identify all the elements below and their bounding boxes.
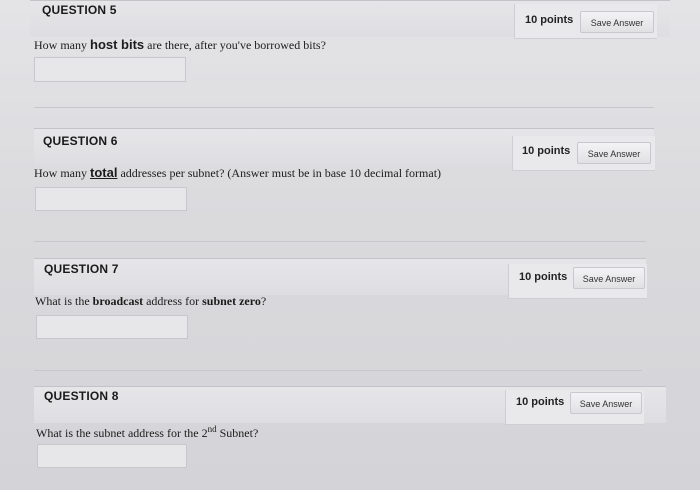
question-text-part: addresses per subnet? (Answer must be in…: [117, 166, 442, 180]
answer-input[interactable]: [37, 444, 187, 468]
question-text-part: Subnet?: [216, 426, 259, 440]
question-text-part: address for: [143, 294, 203, 308]
question-text: What is the broadcast address for subnet…: [35, 294, 266, 309]
save-answer-button[interactable]: Save Answer: [570, 392, 642, 414]
question-text-part: How many: [34, 166, 90, 180]
question-text: How many host bits are there, after you'…: [34, 37, 326, 53]
question-text-part: How many: [34, 38, 90, 52]
question-text-part: are there, after you've borrowed bits?: [144, 38, 326, 52]
question-8: QUESTION 8 10 points Save Answer What is…: [0, 380, 700, 490]
question-separator: [34, 370, 642, 371]
question-text-emphasis: total: [90, 165, 118, 180]
question-title: QUESTION 7: [44, 262, 119, 276]
save-answer-button[interactable]: Save Answer: [577, 142, 651, 164]
points-label: 10 points: [522, 145, 571, 157]
save-answer-button[interactable]: Save Answer: [573, 267, 645, 289]
question-separator: [34, 241, 646, 242]
quiz-page: QUESTION 5 10 points Save Answer How man…: [0, 0, 700, 490]
question-text-emphasis: subnet zero: [202, 294, 261, 308]
question-text-part: ?: [260, 294, 267, 308]
answer-input[interactable]: [35, 187, 187, 211]
question-text: What is the subnet address for the 2nd S…: [36, 424, 258, 441]
question-title: QUESTION 8: [44, 389, 119, 403]
question-5: QUESTION 5 10 points Save Answer How man…: [0, 0, 700, 130]
answer-input[interactable]: [34, 57, 186, 82]
answer-input[interactable]: [36, 315, 188, 339]
question-title: QUESTION 5: [42, 3, 117, 17]
question-separator: [34, 107, 654, 108]
points-label: 10 points: [525, 14, 574, 26]
question-title: QUESTION 6: [43, 134, 118, 148]
question-7: QUESTION 7 10 points Save Answer What is…: [0, 252, 700, 382]
question-text-emphasis: broadcast: [92, 294, 144, 308]
question-text-part: What is the: [35, 294, 93, 308]
question-text-superscript: nd: [207, 424, 217, 434]
question-text: How many total addresses per subnet? (An…: [34, 165, 441, 181]
save-answer-button[interactable]: Save Answer: [580, 11, 654, 33]
question-6: QUESTION 6 10 points Save Answer How man…: [0, 124, 700, 254]
points-label: 10 points: [516, 396, 565, 408]
question-text-emphasis: host bits: [90, 37, 145, 52]
points-label: 10 points: [519, 271, 568, 283]
question-text-part: What is the subnet address for the 2: [36, 426, 208, 440]
